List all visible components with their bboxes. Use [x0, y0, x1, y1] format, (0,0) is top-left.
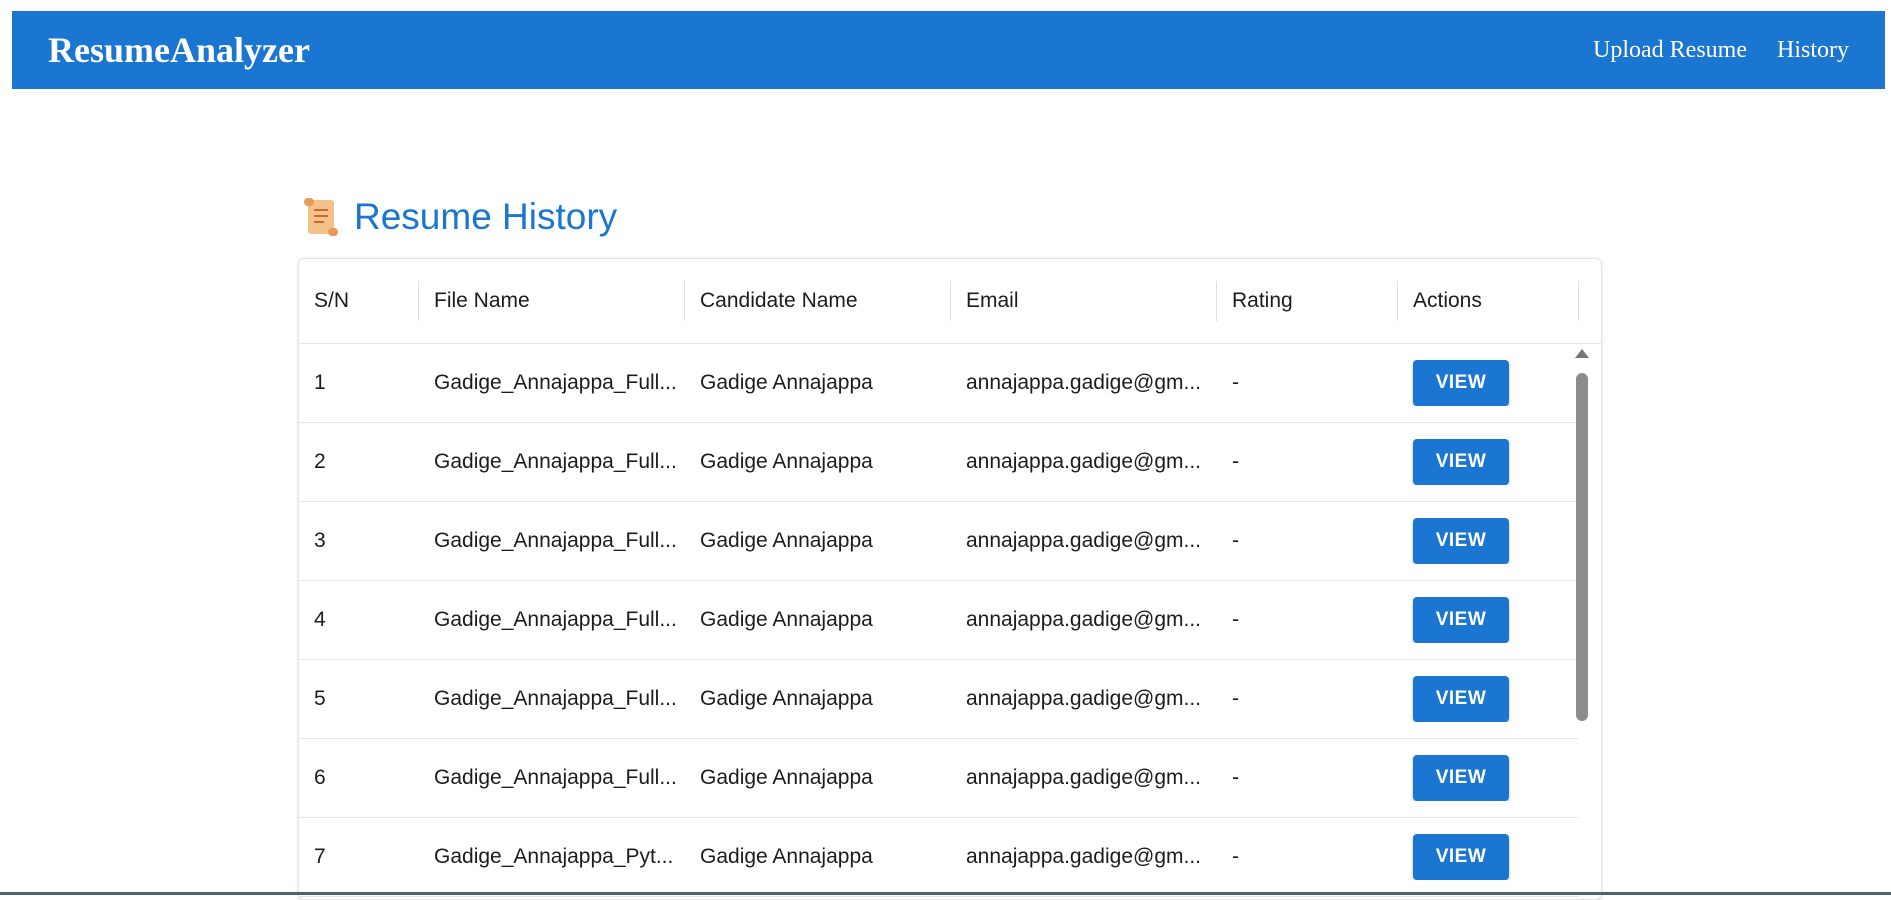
cell-sn: 2: [314, 450, 326, 473]
view-button[interactable]: VIEW: [1413, 360, 1509, 406]
cell-rating: -: [1232, 687, 1239, 710]
cell-file-name: Gadige_Annajappa_Full...: [434, 450, 677, 473]
nav-history[interactable]: History: [1777, 37, 1849, 64]
table-scrollbar[interactable]: [1575, 349, 1589, 899]
cell-file-name: Gadige_Annajappa_Full...: [434, 608, 677, 631]
cell-actions: VIEW: [1398, 597, 1579, 643]
scroll-thumb[interactable]: [1576, 373, 1588, 721]
view-button[interactable]: VIEW: [1413, 834, 1509, 880]
table-row: 3 Gadige_Annajappa_Full... Gadige Annaja…: [299, 502, 1579, 581]
cell-sn: 4: [314, 608, 326, 631]
cell-rating: -: [1232, 845, 1239, 868]
app-bar: ResumeAnalyzer Upload Resume History: [12, 11, 1885, 89]
page-header: Resume History: [302, 196, 617, 238]
cell-actions: VIEW: [1398, 360, 1579, 406]
table-row: 2 Gadige_Annajappa_Full... Gadige Annaja…: [299, 423, 1579, 502]
table-body: 1 Gadige_Annajappa_Full... Gadige Annaja…: [299, 344, 1601, 897]
cell-file-name: Gadige_Annajappa_Full...: [434, 529, 677, 552]
cell-candidate-name: Gadige Annajappa: [700, 450, 873, 473]
cell-email: annajappa.gadige@gm...: [966, 687, 1201, 710]
cell-candidate-name: Gadige Annajappa: [700, 608, 873, 631]
view-button[interactable]: VIEW: [1413, 755, 1509, 801]
brand-logo[interactable]: ResumeAnalyzer: [48, 29, 310, 71]
view-button[interactable]: VIEW: [1413, 518, 1509, 564]
cell-file-name: Gadige_Annajappa_Full...: [434, 687, 677, 710]
cell-candidate-name: Gadige Annajappa: [700, 845, 873, 868]
scroll-up-arrow-icon[interactable]: [1575, 349, 1589, 358]
cell-sn: 6: [314, 766, 326, 789]
cell-email: annajappa.gadige@gm...: [966, 845, 1201, 868]
cell-candidate-name: Gadige Annajappa: [700, 529, 873, 552]
header-actions[interactable]: Actions: [1398, 259, 1579, 343]
page-title: Resume History: [354, 196, 618, 237]
table-row: 4 Gadige_Annajappa_Full... Gadige Annaja…: [299, 581, 1579, 660]
table-header: S/N File Name Candidate Name Email Ratin…: [299, 259, 1601, 344]
cell-file-name: Gadige_Annajappa_Full...: [434, 766, 677, 789]
history-table-card: S/N File Name Candidate Name Email Ratin…: [298, 258, 1602, 900]
header-rating[interactable]: Rating: [1217, 259, 1398, 343]
cell-email: annajappa.gadige@gm...: [966, 766, 1201, 789]
table-row: 5 Gadige_Annajappa_Full... Gadige Annaja…: [299, 660, 1579, 739]
cell-actions: VIEW: [1398, 439, 1579, 485]
table-row: 6 Gadige_Annajappa_Full... Gadige Annaja…: [299, 739, 1579, 818]
view-button[interactable]: VIEW: [1413, 676, 1509, 722]
cell-actions: VIEW: [1398, 518, 1579, 564]
view-button[interactable]: VIEW: [1413, 597, 1509, 643]
cell-candidate-name: Gadige Annajappa: [700, 371, 873, 394]
cell-email: annajappa.gadige@gm...: [966, 371, 1201, 394]
cell-email: annajappa.gadige@gm...: [966, 608, 1201, 631]
cell-rating: -: [1232, 450, 1239, 473]
header-file-name[interactable]: File Name: [419, 259, 685, 343]
cell-sn: 5: [314, 687, 326, 710]
cell-sn: 1: [314, 371, 326, 394]
table-row: 1 Gadige_Annajappa_Full... Gadige Annaja…: [299, 344, 1579, 423]
cell-rating: -: [1232, 766, 1239, 789]
cell-actions: VIEW: [1398, 676, 1579, 722]
scroll-icon: [304, 198, 338, 236]
cell-sn: 7: [314, 845, 326, 868]
cell-rating: -: [1232, 371, 1239, 394]
header-sn[interactable]: S/N: [299, 259, 419, 343]
cell-sn: 3: [314, 529, 326, 552]
cell-email: annajappa.gadige@gm...: [966, 450, 1201, 473]
header-candidate-name[interactable]: Candidate Name: [685, 259, 951, 343]
view-button[interactable]: VIEW: [1413, 439, 1509, 485]
cell-candidate-name: Gadige Annajappa: [700, 687, 873, 710]
cell-email: annajappa.gadige@gm...: [966, 529, 1201, 552]
cell-actions: VIEW: [1398, 755, 1579, 801]
header-email[interactable]: Email: [951, 259, 1217, 343]
cell-file-name: Gadige_Annajappa_Pyt...: [434, 845, 674, 868]
nav-links: Upload Resume History: [1593, 37, 1849, 64]
table-row: 7 Gadige_Annajappa_Pyt... Gadige Annajap…: [299, 818, 1579, 897]
nav-upload-resume[interactable]: Upload Resume: [1593, 37, 1747, 64]
cell-rating: -: [1232, 608, 1239, 631]
cell-rating: -: [1232, 529, 1239, 552]
cell-actions: VIEW: [1398, 834, 1579, 880]
cell-file-name: Gadige_Annajappa_Full...: [434, 371, 677, 394]
cell-candidate-name: Gadige Annajappa: [700, 766, 873, 789]
